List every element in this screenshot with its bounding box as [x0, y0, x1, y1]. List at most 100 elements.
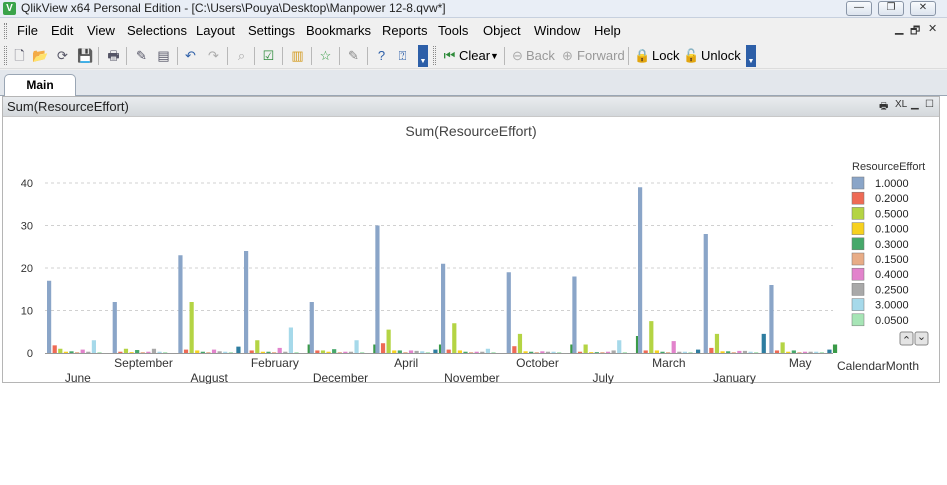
main-toolbar: 🗋 📂 ⟳ 💾 🖶 ✎ ▤ ↶ ↷ ⌕ ☑ ▥ ☆ ✎ ? ⍰ ▼ ⏮ Clea…: [0, 43, 947, 69]
chart-title: Sum(ResourceEffort): [405, 123, 536, 139]
bar: [211, 349, 217, 353]
bar: [754, 352, 759, 353]
bar: [69, 351, 74, 353]
save-icon[interactable]: 💾: [77, 47, 94, 64]
bar: [118, 351, 123, 353]
bar: [774, 350, 780, 353]
menu-view[interactable]: View: [87, 23, 115, 38]
menu-tools[interactable]: Tools: [438, 23, 468, 38]
bar: [660, 351, 665, 353]
context-help-icon[interactable]: ⍰: [394, 47, 411, 64]
legend-swatch: [851, 252, 865, 266]
unlock-icon[interactable]: 🔓: [683, 47, 700, 64]
bar: [80, 349, 85, 353]
bar: [726, 351, 731, 353]
bar: [315, 350, 320, 353]
open-icon[interactable]: 📂: [32, 47, 49, 64]
redo-icon[interactable]: ↷: [205, 47, 222, 64]
bar: [420, 351, 425, 353]
new-icon[interactable]: 🗋: [11, 47, 28, 64]
menu-bookmarks[interactable]: Bookmarks: [306, 23, 371, 38]
bar-chart[interactable]: Sum(ResourceEffort) 0 10 20 30 40 June Septembe…: [3, 97, 941, 384]
edit-icon[interactable]: ✎: [345, 47, 362, 64]
search-icon[interactable]: ⌕: [233, 47, 250, 64]
menu-reports[interactable]: Reports: [382, 23, 428, 38]
menu-help[interactable]: Help: [594, 23, 621, 38]
reload-script-icon[interactable]: ▤: [155, 47, 172, 64]
mdi-minimize-button[interactable]: ▁: [895, 22, 903, 35]
toolbar-overflow-chevron[interactable]: ▼: [418, 45, 428, 67]
help-icon[interactable]: ?: [373, 47, 390, 64]
bar: [594, 352, 599, 353]
mdi-close-button[interactable]: ✕: [928, 22, 937, 35]
select-fields-icon[interactable]: ☑: [260, 47, 277, 64]
bar: [151, 348, 157, 353]
menu-settings[interactable]: Settings: [248, 23, 295, 38]
menu-selections[interactable]: Selections: [127, 23, 187, 38]
legend-label: 0.0500: [875, 315, 909, 327]
bar: [688, 352, 693, 353]
x-tick-label: March: [652, 356, 685, 370]
bar: [337, 352, 342, 353]
bar: [611, 350, 616, 353]
menu-layout[interactable]: Layout: [196, 23, 235, 38]
toolbar-separator: [367, 47, 368, 65]
lock-button[interactable]: Lock: [652, 48, 679, 63]
toolbar-grip[interactable]: [433, 46, 436, 65]
bar: [140, 352, 145, 353]
window-title-bar: V QlikView x64 Personal Edition - [C:\Us…: [0, 0, 947, 18]
bar: [47, 280, 52, 353]
bar: [748, 351, 753, 353]
bar: [791, 350, 796, 353]
clear-icon[interactable]: ⏮: [441, 47, 458, 64]
forward-icon[interactable]: ⊕: [559, 47, 576, 64]
bar: [309, 302, 314, 353]
window-minimize-button[interactable]: —: [846, 1, 872, 16]
window-close-button[interactable]: ✕: [910, 1, 936, 16]
bar: [320, 350, 326, 353]
x-tick-label: December: [313, 371, 368, 384]
new-chart-icon[interactable]: ▥: [289, 47, 306, 64]
toolbar-grip[interactable]: [4, 46, 7, 65]
bar: [485, 348, 490, 353]
legend-swatch: [851, 283, 865, 296]
menu-grip[interactable]: [4, 23, 7, 39]
legend-swatch: [851, 298, 865, 311]
back-button[interactable]: Back: [526, 48, 555, 63]
y-tick-label: 0: [27, 348, 33, 360]
edit-script-icon[interactable]: ✎: [133, 47, 150, 64]
unlock-button[interactable]: Unlock: [701, 48, 741, 63]
chart-object[interactable]: Sum(ResourceEffort) 🖶 XL ▁ ☐ Sum(Resourc…: [2, 96, 941, 384]
menu-window[interactable]: Window: [534, 23, 580, 38]
tab-main[interactable]: Main: [4, 74, 76, 96]
toolbar-overflow-chevron[interactable]: ▼: [746, 45, 756, 67]
back-icon[interactable]: ⊖: [509, 47, 526, 64]
clear-dropdown-icon[interactable]: ▼: [490, 51, 499, 61]
bar: [223, 351, 228, 353]
bar: [380, 343, 386, 353]
bar: [517, 333, 523, 353]
window-restore-button[interactable]: ❐: [878, 1, 904, 16]
x-axis-label: CalendarMonth: [837, 359, 919, 373]
bar: [802, 351, 808, 353]
lock-icon[interactable]: 🔒: [634, 47, 651, 64]
bookmark-star-icon[interactable]: ☆: [317, 47, 334, 64]
menu-object[interactable]: Object: [483, 23, 521, 38]
undo-icon[interactable]: ↶: [182, 47, 199, 64]
forward-button[interactable]: Forward: [577, 48, 625, 63]
reload-icon[interactable]: ⟳: [54, 47, 71, 64]
menu-edit[interactable]: Edit: [51, 23, 73, 38]
bar: [761, 333, 766, 353]
bar: [577, 351, 583, 353]
clear-button[interactable]: Clear: [459, 48, 490, 63]
x-tick-label: June: [65, 371, 91, 384]
bar: [112, 302, 117, 353]
bar: [457, 350, 462, 353]
bar: [452, 323, 457, 353]
menu-file[interactable]: File: [17, 23, 38, 38]
print-icon[interactable]: 🖶: [105, 47, 122, 64]
bar: [386, 329, 391, 353]
y-tick-label: 10: [21, 306, 33, 318]
mdi-restore-button[interactable]: 🗗: [910, 22, 920, 41]
bar: [255, 340, 260, 353]
